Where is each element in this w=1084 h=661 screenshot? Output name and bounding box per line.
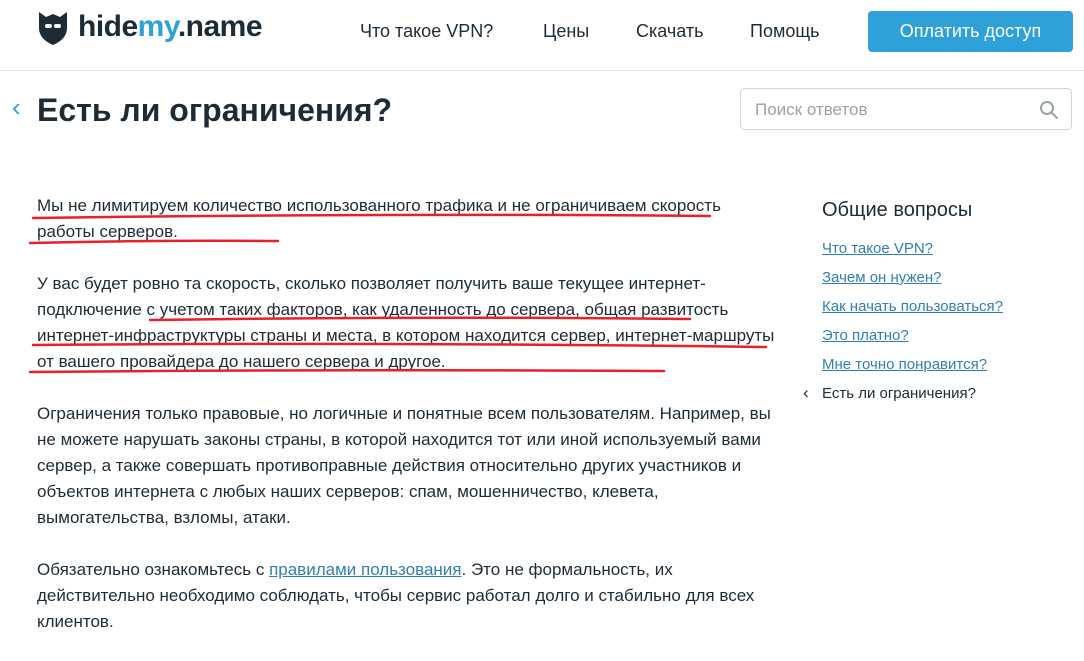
logo-icon: [39, 12, 67, 45]
sidebar-item-active[interactable]: ‹ Есть ли ограничения?: [803, 384, 976, 402]
back-chevron-icon[interactable]: ‹: [12, 94, 21, 120]
search-icon[interactable]: [1039, 100, 1059, 120]
article-body: Мы не лимитируем количество использованн…: [37, 193, 777, 661]
sidebar-link-what-is-vpn[interactable]: Что такое VPN?: [822, 240, 933, 257]
sidebar-item: Это платно?: [822, 327, 1062, 356]
sidebar-link-why-needed[interactable]: Зачем он нужен?: [822, 269, 941, 286]
article-paragraph-3: Ограничения только правовые, но логичные…: [37, 404, 771, 527]
page-title: Есть ли ограничения?: [37, 92, 393, 128]
sidebar-item: ‹ Есть ли ограничения?: [803, 384, 1062, 414]
search-box[interactable]: [740, 88, 1072, 130]
sidebar-link-is-it-paid[interactable]: Это платно?: [822, 327, 909, 344]
sidebar-heading: Общие вопросы: [822, 199, 973, 221]
search-input[interactable]: [755, 98, 1025, 122]
sidebar-link-how-to-start[interactable]: Как начать пользоваться?: [822, 298, 1003, 315]
logo-text: hidemy.name: [78, 10, 263, 43]
sidebar-item: Мне точно понравится?: [822, 356, 1062, 385]
article-paragraph-4: Обязательно ознакомьтесь с правилами пол…: [37, 560, 755, 631]
site-header: hidemy.name Что такое VPN? Цены Скачать …: [0, 0, 1084, 71]
logo[interactable]: hidemy.name: [36, 8, 263, 46]
faq-sidebar: Общие вопросы Что такое VPN? Зачем он ну…: [803, 198, 1062, 414]
article-paragraph-1: Мы не лимитируем количество использованн…: [37, 196, 721, 241]
nav-what-is-vpn[interactable]: Что такое VPN?: [360, 21, 493, 42]
nav-help[interactable]: Помощь: [750, 21, 820, 42]
nav-prices[interactable]: Цены: [543, 21, 589, 42]
sidebar-list: Что такое VPN? Зачем он нужен? Как начат…: [803, 240, 1062, 414]
rules-link[interactable]: правилами пользования: [269, 560, 461, 579]
nav-download[interactable]: Скачать: [636, 21, 704, 42]
sidebar-item: Как начать пользоваться?: [822, 298, 1062, 327]
sidebar-item: Зачем он нужен?: [822, 269, 1062, 298]
pay-access-button[interactable]: Оплатить доступ: [868, 11, 1073, 52]
sidebar-link-will-i-like[interactable]: Мне точно понравится?: [822, 356, 987, 373]
article-paragraph-2: У вас будет ровно та скорость, сколько п…: [37, 274, 775, 371]
chevron-left-icon: ‹: [803, 383, 809, 402]
sidebar-item: Что такое VPN?: [822, 240, 1062, 269]
